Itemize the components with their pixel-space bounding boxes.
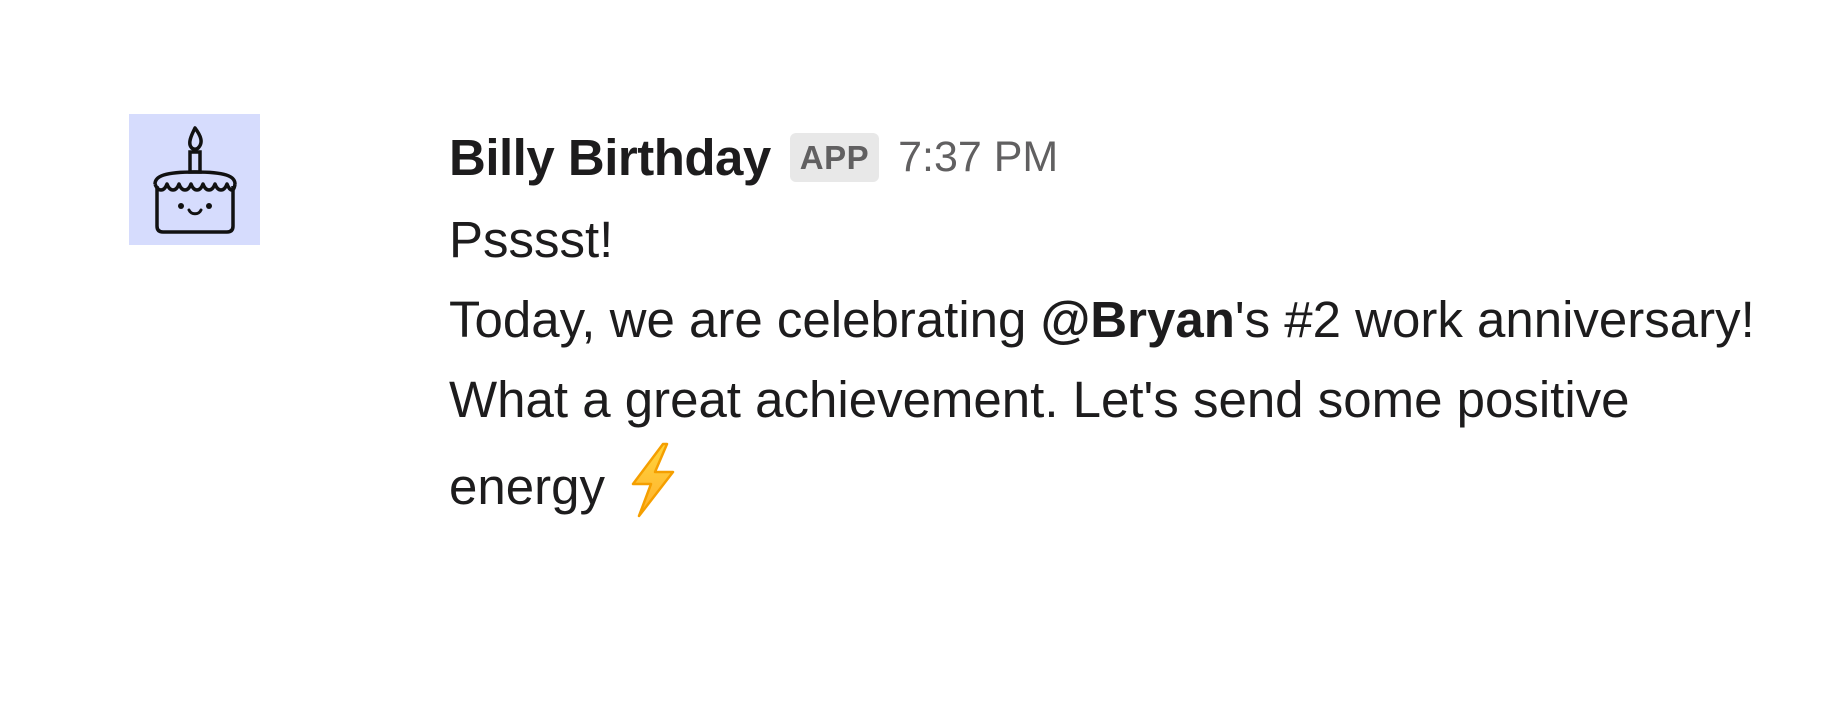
message-body: Psssst! Today, we are celebrating @Bryan… [449, 200, 1846, 527]
message-timestamp[interactable]: 7:37 PM [898, 135, 1058, 179]
message-line: What a great achievement. Let's send som… [449, 371, 1630, 428]
avatar[interactable] [129, 114, 260, 245]
message-text: energy [449, 458, 605, 515]
high-voltage-emoji-icon [619, 440, 683, 520]
user-mention[interactable]: @Bryan [1041, 291, 1235, 348]
birthday-cake-icon [152, 125, 237, 234]
message-text: 's #2 work anniversary! [1234, 291, 1755, 348]
message-content: Billy Birthday APP 7:37 PM Psssst! Today… [449, 114, 1846, 527]
message-text: Today, we are celebrating [449, 291, 1041, 348]
message-line: Psssst! [449, 211, 614, 268]
message-header: Billy Birthday APP 7:37 PM [449, 117, 1846, 197]
chat-message: Billy Birthday APP 7:37 PM Psssst! Today… [129, 114, 1755, 518]
message-line: energy [449, 440, 1846, 527]
app-badge: APP [789, 132, 880, 182]
sender-name[interactable]: Billy Birthday [449, 132, 771, 183]
message-line: Today, we are celebrating @Bryan's #2 wo… [449, 280, 1846, 360]
